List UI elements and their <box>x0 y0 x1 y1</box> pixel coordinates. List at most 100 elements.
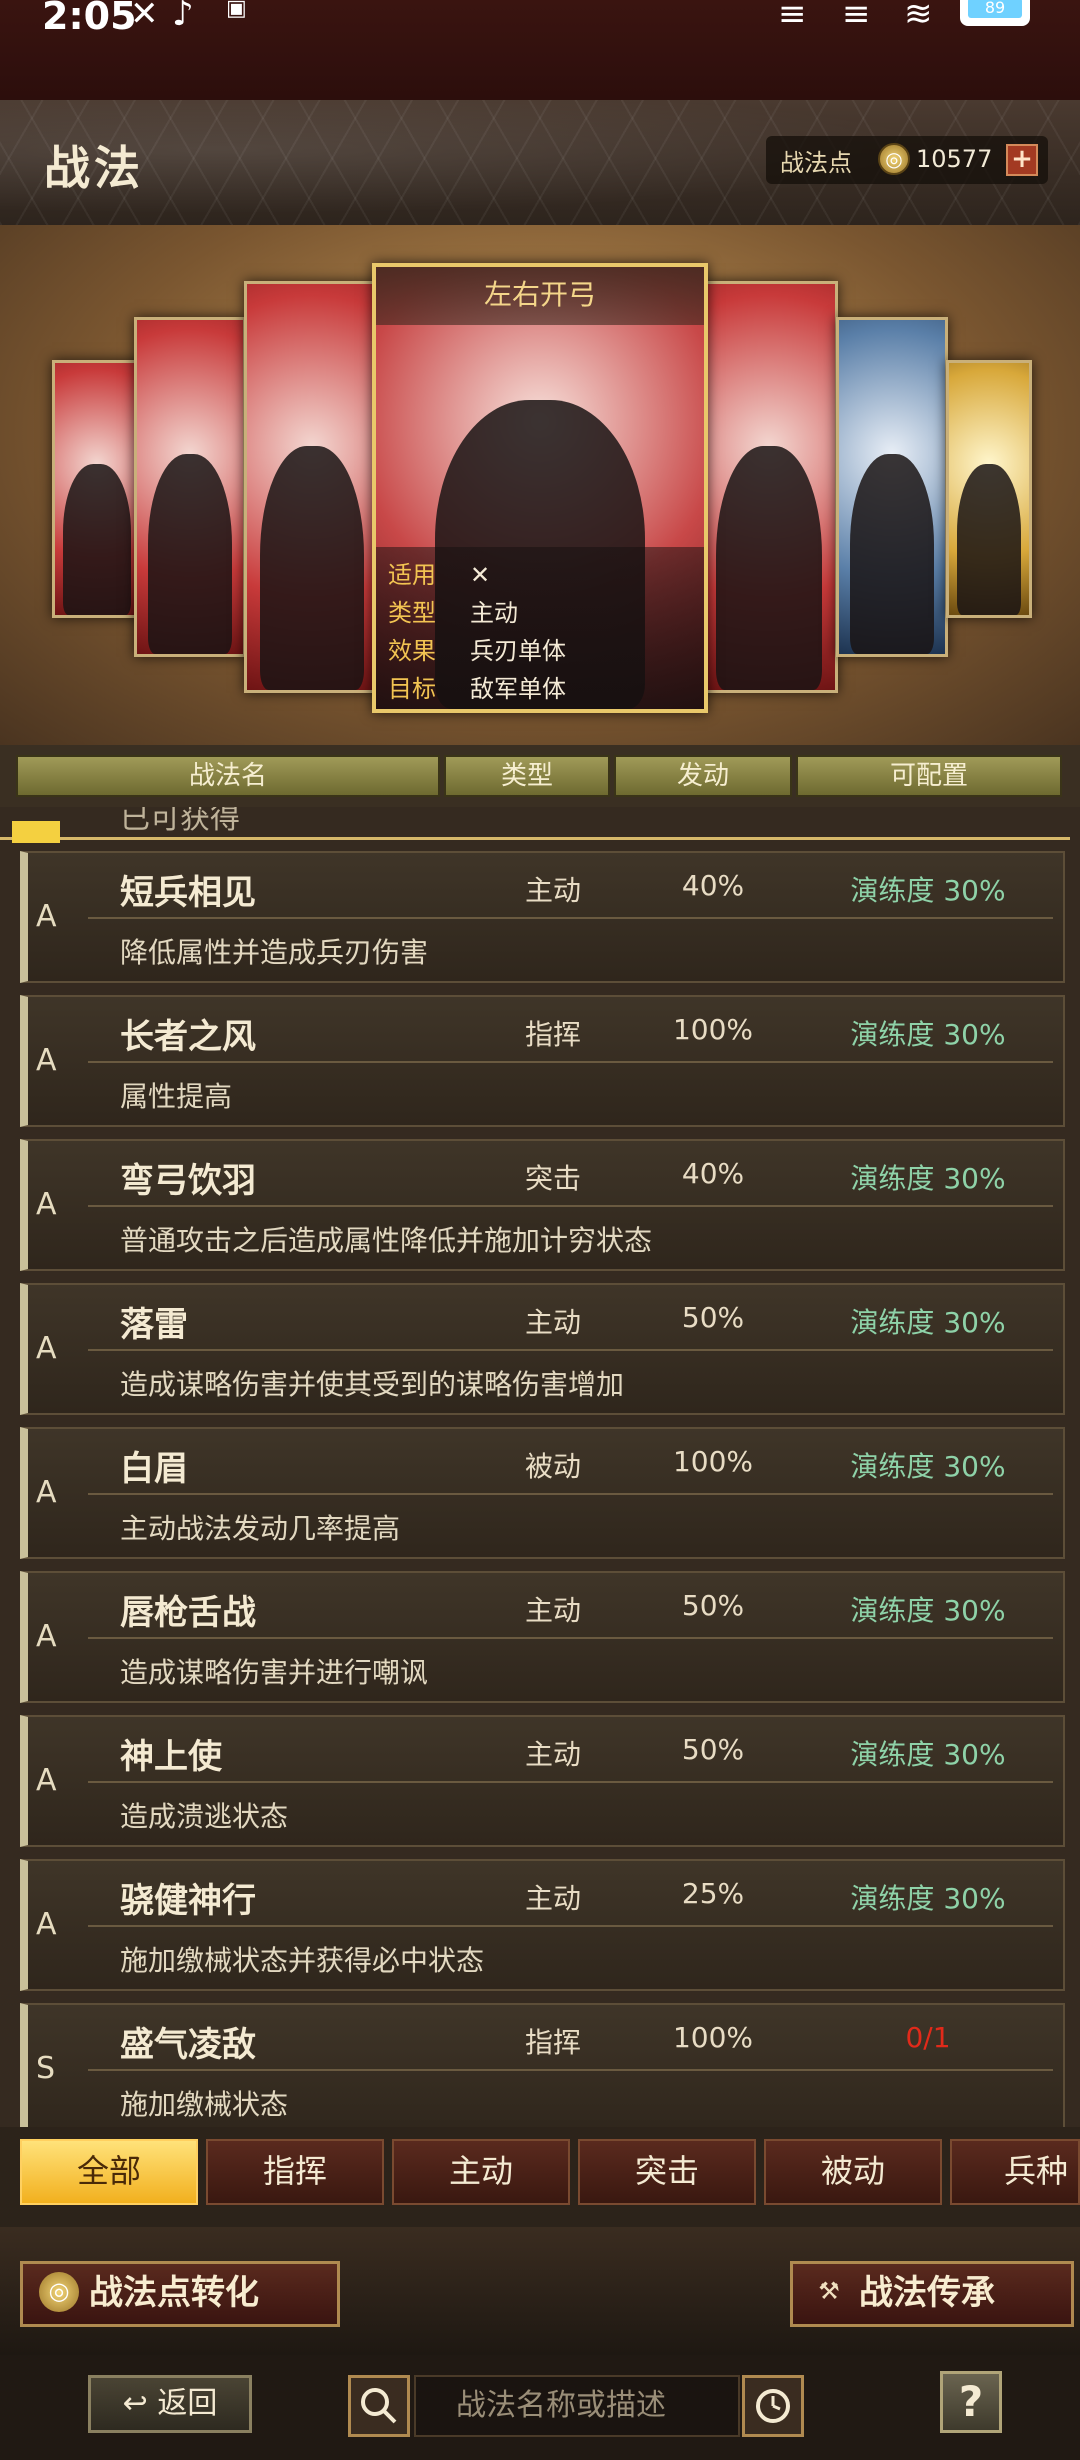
tactic-rate: 40% <box>681 869 745 902</box>
tactic-row[interactable]: A 长者之风 指挥 100% 演练度 30% 属性提高 <box>20 995 1065 1127</box>
tactic-grade: A <box>36 1619 57 1654</box>
tactic-type: 指挥 <box>524 2026 581 2059</box>
tactic-row[interactable]: A 白眉 被动 100% 演练度 30% 主动战法发动几率提高 <box>20 1427 1065 1559</box>
tactic-card[interactable] <box>700 281 838 693</box>
tactic-grade: A <box>36 1331 57 1366</box>
tactic-list[interactable]: 已可获得 A 短兵相见 主动 40% 演练度 30% 降低属性并造成兵刃伤害 A 长者之风 指挥… <box>0 807 1080 2127</box>
tactic-grade: A <box>36 1763 57 1798</box>
tactic-name: 神上使 <box>120 1737 222 1777</box>
clock-icon <box>756 2389 790 2423</box>
notification-off-icon: ✕ <box>130 0 159 34</box>
info-value-effect: 兵刃单体 <box>470 637 566 665</box>
signal-icon-2: ≡ <box>842 0 871 34</box>
info-key-target: 目标 <box>388 675 436 703</box>
back-button[interactable]: ↩ 返回 <box>88 2375 252 2433</box>
list-divider <box>0 837 1070 840</box>
tactic-description: 普通攻击之后造成属性降低并施加计穷状态 <box>120 1224 653 1257</box>
tactic-type: 主动 <box>524 1306 581 1339</box>
tactic-name: 骁健神行 <box>120 1881 256 1921</box>
tactic-status: 演练度 30% <box>850 1018 1006 1051</box>
tab-active[interactable]: 主动 <box>392 2139 570 2205</box>
row-divider <box>88 917 1053 919</box>
tab-passive[interactable]: 被动 <box>764 2139 942 2205</box>
info-value-type: 主动 <box>470 599 518 627</box>
tactic-name: 短兵相见 <box>120 873 256 913</box>
tactic-status: 演练度 30% <box>850 1594 1006 1627</box>
tab-all[interactable]: 全部 <box>20 2139 198 2205</box>
info-key-apply: 适用 <box>388 561 436 589</box>
tactic-card[interactable] <box>244 281 380 693</box>
battery-level: 89 <box>968 0 1022 18</box>
crossed-weapons-icon: ✕ <box>470 561 491 589</box>
tab-assault[interactable]: 突击 <box>578 2139 756 2205</box>
tactic-row[interactable]: A 神上使 主动 50% 演练度 30% 造成溃逃状态 <box>20 1715 1065 1847</box>
tactic-card[interactable] <box>52 360 142 618</box>
tactic-description: 造成溃逃状态 <box>120 1800 289 1833</box>
row-divider <box>88 1637 1053 1639</box>
tactic-description: 造成谋略伤害并使其受到的谋略伤害增加 <box>120 1368 625 1401</box>
row-divider <box>88 1925 1053 1927</box>
tactic-rate: 50% <box>681 1301 745 1334</box>
filter-tab-bar: 全部 指挥 主动 突击 被动 兵种 <box>0 2127 1080 2227</box>
tactic-card[interactable] <box>134 317 246 657</box>
tactic-row[interactable]: S 盛气凌敌 指挥 100% 0/1 施加缴械状态 <box>20 2003 1065 2127</box>
tactic-status: 0/1 <box>905 2021 951 2054</box>
tactic-card-carousel[interactable]: 左右开弓 适用 ✕ 类型 主动 效果 兵刃单体 目标 敌军单体 <box>0 225 1080 745</box>
tactic-status: 演练度 30% <box>850 1162 1006 1195</box>
app-notification-icon: ▣ <box>226 0 247 21</box>
tactic-grade: A <box>36 1907 57 1942</box>
tactic-card[interactable] <box>836 317 948 657</box>
tactic-status: 演练度 30% <box>850 1450 1006 1483</box>
search-input[interactable]: 战法名称或描述 <box>414 2375 740 2437</box>
tactic-row[interactable]: A 短兵相见 主动 40% 演练度 30% 降低属性并造成兵刃伤害 <box>20 851 1065 983</box>
search-button[interactable] <box>348 2375 410 2437</box>
column-header-name[interactable]: 战法名 <box>16 755 440 797</box>
tactic-row[interactable]: A 落雷 主动 50% 演练度 30% 造成谋略伤害并使其受到的谋略伤害增加 <box>20 1283 1065 1415</box>
tactic-description: 造成谋略伤害并进行嘲讽 <box>120 1656 429 1689</box>
info-value-target: 敌军单体 <box>470 675 566 703</box>
tactic-row[interactable]: A 唇枪舌战 主动 50% 演练度 30% 造成谋略伤害并进行嘲讽 <box>20 1571 1065 1703</box>
tactic-description: 主动战法发动几率提高 <box>120 1512 401 1545</box>
tactic-name: 落雷 <box>120 1305 188 1345</box>
tab-command[interactable]: 指挥 <box>206 2139 384 2205</box>
tactic-description: 降低属性并造成兵刃伤害 <box>120 936 429 969</box>
column-header-configurable[interactable]: 可配置 <box>796 755 1062 797</box>
footer: ↩ 返回 战法名称或描述 ? <box>0 2355 1080 2460</box>
coin-icon: ◎ <box>39 2271 79 2312</box>
history-button[interactable] <box>742 2375 804 2437</box>
tactic-description: 施加缴械状态并获得必中状态 <box>120 1944 485 1977</box>
tactic-description: 属性提高 <box>120 1080 233 1113</box>
tab-troop[interactable]: 兵种 <box>950 2139 1080 2205</box>
tactic-description: 施加缴械状态 <box>120 2088 289 2121</box>
tactic-grade: A <box>36 1187 57 1222</box>
action-bar: ◎ 战法点转化 ⚒ 战法传承 <box>0 2227 1080 2355</box>
search-icon <box>361 2388 397 2424</box>
tactic-type: 突击 <box>524 1162 581 1195</box>
tactic-row[interactable]: A 弯弓饮羽 突击 40% 演练度 30% 普通攻击之后造成属性降低并施加计穷状态 <box>20 1139 1065 1271</box>
tactic-rate: 100% <box>672 1445 754 1478</box>
header: 战法 战法点 ◎ 10577 + <box>0 100 1080 225</box>
help-button[interactable]: ? <box>940 2371 1002 2433</box>
inherit-tactic-label: 战法传承 <box>859 2273 995 2313</box>
tactic-points-box: 战法点 ◎ 10577 + <box>766 136 1048 184</box>
row-divider <box>88 1061 1053 1063</box>
row-divider <box>88 2069 1053 2071</box>
hammer-icon: ⚒ <box>818 2276 840 2305</box>
convert-points-button[interactable]: ◎ 战法点转化 <box>20 2261 340 2327</box>
tactic-card[interactable] <box>946 360 1032 618</box>
back-label: 返回 <box>157 2386 218 2421</box>
column-header-rate[interactable]: 发动 <box>614 755 792 797</box>
featured-card-title: 左右开弓 <box>376 267 704 325</box>
column-header-type[interactable]: 类型 <box>444 755 610 797</box>
tactic-row[interactable]: A 骁健神行 主动 25% 演练度 30% 施加缴械状态并获得必中状态 <box>20 1859 1065 1991</box>
featured-tactic-card[interactable]: 左右开弓 适用 ✕ 类型 主动 效果 兵刃单体 目标 敌军单体 <box>372 263 708 713</box>
tactic-rate: 25% <box>681 1877 745 1910</box>
tactic-rate: 50% <box>681 1733 745 1766</box>
tactic-status: 演练度 30% <box>850 1306 1006 1339</box>
add-points-button[interactable]: + <box>1006 144 1038 176</box>
scroll-indicator[interactable] <box>12 821 60 843</box>
inherit-tactic-button[interactable]: ⚒ 战法传承 <box>790 2261 1074 2327</box>
tactic-type: 主动 <box>524 1594 581 1627</box>
row-divider <box>88 1349 1053 1351</box>
table-header: 战法名 类型 发动 可配置 <box>0 745 1080 807</box>
